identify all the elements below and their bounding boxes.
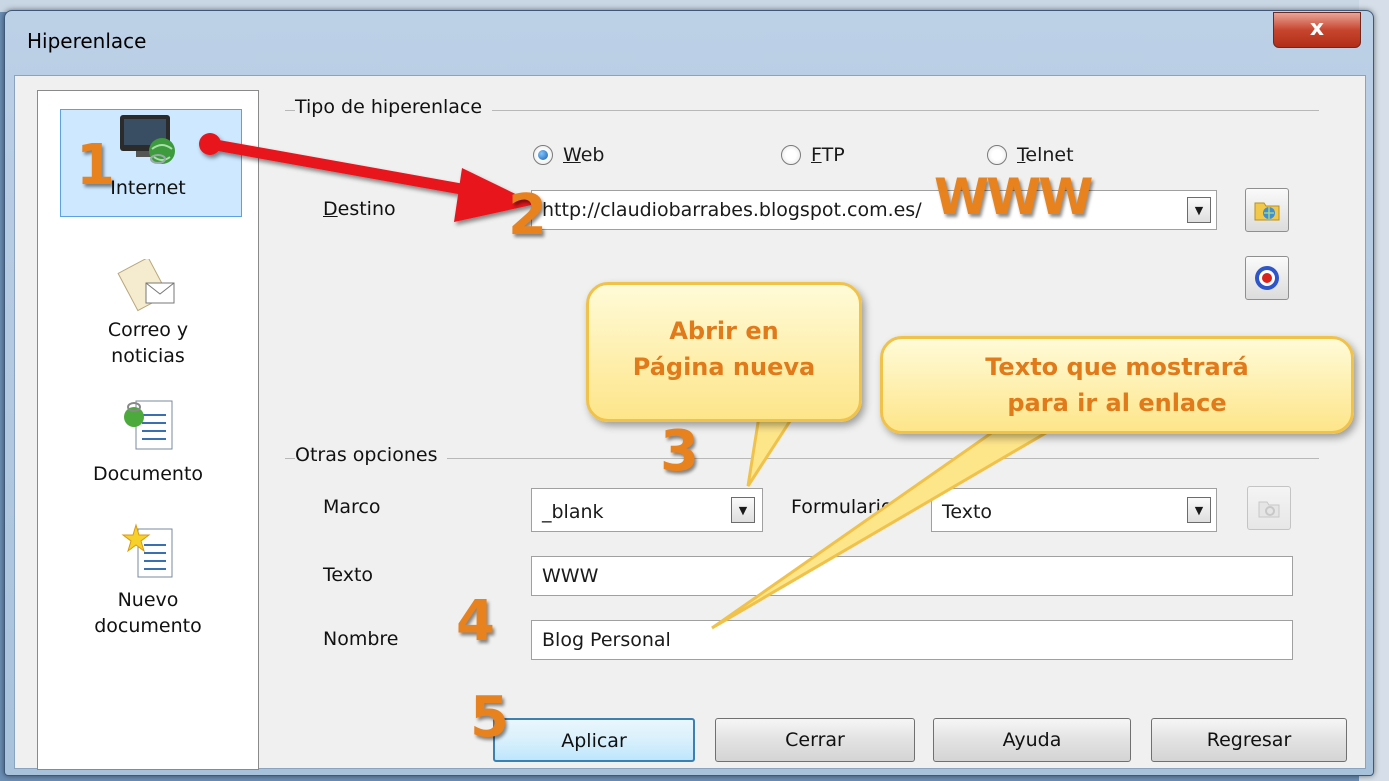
callout-line2: para ir al enlace: [1007, 389, 1227, 417]
step-number-3: 3: [660, 419, 699, 484]
step-number-2: 2: [508, 183, 547, 248]
red-arrow: [199, 133, 536, 222]
step-number-5: 5: [470, 685, 509, 750]
callout-line2: Página nueva: [632, 353, 816, 381]
www-annotation: WWW: [934, 168, 1093, 226]
callout-line1: Abrir en: [669, 317, 779, 345]
step-number-4: 4: [456, 589, 495, 654]
step-number-1: 1: [76, 133, 115, 198]
callout-display-text: Texto que mostrará para ir al enlace: [880, 336, 1354, 434]
callout-open-new-page: Abrir en Página nueva: [586, 282, 862, 422]
callout-line1: Texto que mostrará: [985, 353, 1249, 381]
